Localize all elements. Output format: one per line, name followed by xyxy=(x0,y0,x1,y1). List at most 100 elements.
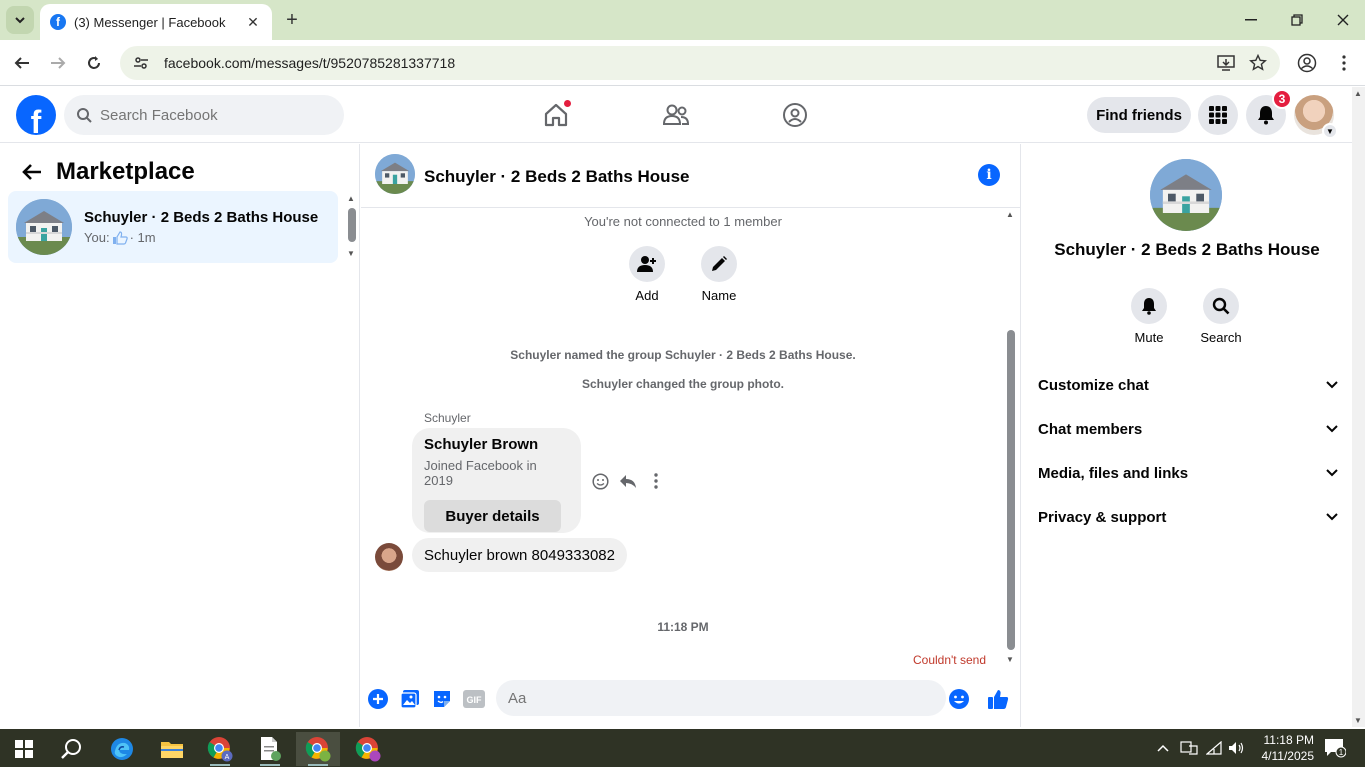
windows-taskbar: A 11:18 PM 4/11/2025 1 xyxy=(0,729,1365,767)
gif-icon[interactable]: GIF xyxy=(463,688,485,710)
page-scrollbar[interactable]: ▲ ▼ xyxy=(1352,87,1365,727)
buyer-joined: Joined Facebook in 2019 xyxy=(424,458,537,488)
minimize-button[interactable] xyxy=(1228,6,1274,34)
message-bubble[interactable]: Schuyler brown 8049333082 xyxy=(412,538,627,572)
restore-button[interactable] xyxy=(1274,6,1320,34)
grid-menu-icon xyxy=(1209,106,1227,124)
marketplace-header: Marketplace xyxy=(16,156,195,188)
taskbar-edge[interactable] xyxy=(100,732,144,766)
url-text[interactable]: facebook.com/messages/t/9520785281337718 xyxy=(164,55,455,71)
account-avatar[interactable]: ▼ xyxy=(1294,95,1338,139)
message-input-box[interactable] xyxy=(496,680,946,716)
privacy-support-section[interactable]: Privacy & support xyxy=(1038,497,1338,537)
chat-members-section[interactable]: Chat members xyxy=(1038,409,1338,449)
plus-circle-icon[interactable] xyxy=(367,688,389,710)
close-window-button[interactable] xyxy=(1320,6,1365,34)
message-input[interactable] xyxy=(508,689,908,707)
taskbar-clock[interactable]: 11:18 PM 4/11/2025 xyxy=(1254,732,1315,764)
sender-avatar[interactable] xyxy=(375,543,403,571)
taskbar-chrome-active[interactable] xyxy=(296,732,340,766)
section-label: Media, files and links xyxy=(1038,464,1189,482)
sender-name: Schuyler xyxy=(424,411,471,425)
photo-icon[interactable] xyxy=(399,688,421,710)
browser-tab[interactable]: f (3) Messenger | Facebook ✕ xyxy=(40,4,272,40)
new-tab-button[interactable]: + xyxy=(280,8,304,32)
bookmark-star-icon[interactable] xyxy=(1248,53,1268,73)
input-language-icon[interactable] xyxy=(1180,729,1198,767)
taskbar-file-explorer[interactable] xyxy=(150,732,194,766)
add-member-button[interactable]: Add xyxy=(617,246,677,303)
conversation-item[interactable]: Schuyler · 2 Beds 2 Baths House You: · 1… xyxy=(8,191,338,263)
search-input[interactable] xyxy=(100,106,320,124)
chat-avatar[interactable] xyxy=(375,154,415,194)
taskbar-chrome-profile-a[interactable]: A xyxy=(198,732,242,766)
chat-title[interactable]: Schuyler · 2 Beds 2 Baths House xyxy=(424,167,689,187)
thumbs-up-icon[interactable] xyxy=(987,688,1009,710)
more-options-icon[interactable] xyxy=(647,472,665,490)
install-app-icon[interactable] xyxy=(1216,53,1236,73)
address-bar[interactable]: facebook.com/messages/t/9520785281337718 xyxy=(120,46,1280,80)
preview-time: · 1m xyxy=(129,230,156,245)
tab-search-button[interactable] xyxy=(6,6,34,34)
show-hidden-icons[interactable] xyxy=(1157,729,1169,767)
friends-icon xyxy=(662,104,690,125)
group-photo[interactable] xyxy=(1150,159,1222,231)
scroll-down-arrow-icon[interactable]: ▼ xyxy=(1354,716,1362,725)
groups-nav-button[interactable] xyxy=(777,97,813,133)
tab-close-icon[interactable]: ✕ xyxy=(244,14,262,31)
action-center-button[interactable]: 1 xyxy=(1324,729,1346,767)
find-friends-button[interactable]: Find friends xyxy=(1087,97,1191,133)
scroll-down-arrow-icon[interactable]: ▼ xyxy=(1006,655,1014,664)
taskbar-time: 11:18 PM xyxy=(1263,733,1314,747)
buyer-details-button[interactable]: Buyer details xyxy=(424,500,561,532)
scrollbar-thumb[interactable] xyxy=(1007,330,1015,650)
friends-nav-button[interactable] xyxy=(658,97,694,133)
preview-prefix: You: xyxy=(84,230,110,245)
reload-button[interactable] xyxy=(80,49,108,77)
scroll-up-arrow-icon[interactable]: ▲ xyxy=(347,194,355,203)
sticker-icon[interactable] xyxy=(431,688,453,710)
chat-scrollbar[interactable]: ▲ ▼ xyxy=(1005,210,1017,664)
facebook-search-box[interactable] xyxy=(64,95,344,135)
folder-icon xyxy=(161,742,183,758)
scrollbar-thumb[interactable] xyxy=(348,208,356,242)
buyer-profile-card: Schuyler Brown Joined Facebook in 2019 B… xyxy=(412,428,581,533)
browser-menu-icon[interactable] xyxy=(1334,53,1354,73)
profile-icon[interactable] xyxy=(1297,53,1317,73)
taskbar-chrome-profile-c[interactable] xyxy=(346,732,390,766)
name-group-button[interactable]: Name xyxy=(689,246,749,303)
conversation-list-scrollbar[interactable]: ▲ ▼ xyxy=(346,194,356,260)
scroll-down-arrow-icon[interactable]: ▼ xyxy=(347,249,355,258)
not-connected-notice: You're not connected to 1 member xyxy=(584,214,782,229)
scroll-up-arrow-icon[interactable]: ▲ xyxy=(1354,89,1362,98)
media-files-links-section[interactable]: Media, files and links xyxy=(1038,453,1338,493)
forward-button[interactable] xyxy=(44,49,72,77)
conversation-list-panel: Marketplace Schuyler · 2 Beds 2 Baths Ho… xyxy=(0,144,360,727)
start-button[interactable] xyxy=(2,732,46,766)
react-emoji-icon[interactable] xyxy=(591,472,609,490)
back-button[interactable] xyxy=(8,49,36,77)
volume-icon[interactable] xyxy=(1228,729,1246,767)
network-icon[interactable] xyxy=(1206,729,1222,767)
taskbar-document-app[interactable] xyxy=(248,732,292,766)
facebook-logo-icon[interactable]: f xyxy=(16,95,56,135)
send-error-status: Couldn't send xyxy=(912,653,986,667)
search-in-chat-button[interactable]: Search xyxy=(1191,288,1251,345)
running-indicator xyxy=(260,764,280,766)
tab-title: (3) Messenger | Facebook xyxy=(74,14,226,30)
back-to-chats-button[interactable] xyxy=(16,156,48,188)
notifications-button[interactable]: 3 xyxy=(1246,89,1292,135)
taskbar-search-button[interactable] xyxy=(50,732,94,766)
mute-button[interactable]: Mute xyxy=(1119,288,1179,345)
chevron-down-icon xyxy=(1326,513,1338,521)
menu-button[interactable] xyxy=(1198,95,1238,135)
customize-chat-section[interactable]: Customize chat xyxy=(1038,365,1338,405)
site-settings-icon[interactable] xyxy=(132,54,150,72)
emoji-icon[interactable] xyxy=(948,688,970,710)
reply-icon[interactable] xyxy=(619,472,637,490)
windows-logo-icon xyxy=(15,740,33,758)
scroll-up-arrow-icon[interactable]: ▲ xyxy=(1006,210,1014,219)
home-nav-button[interactable] xyxy=(538,97,574,133)
conversation-name: Schuyler · 2 Beds 2 Baths House xyxy=(84,209,319,226)
info-icon[interactable]: i xyxy=(978,164,1000,186)
